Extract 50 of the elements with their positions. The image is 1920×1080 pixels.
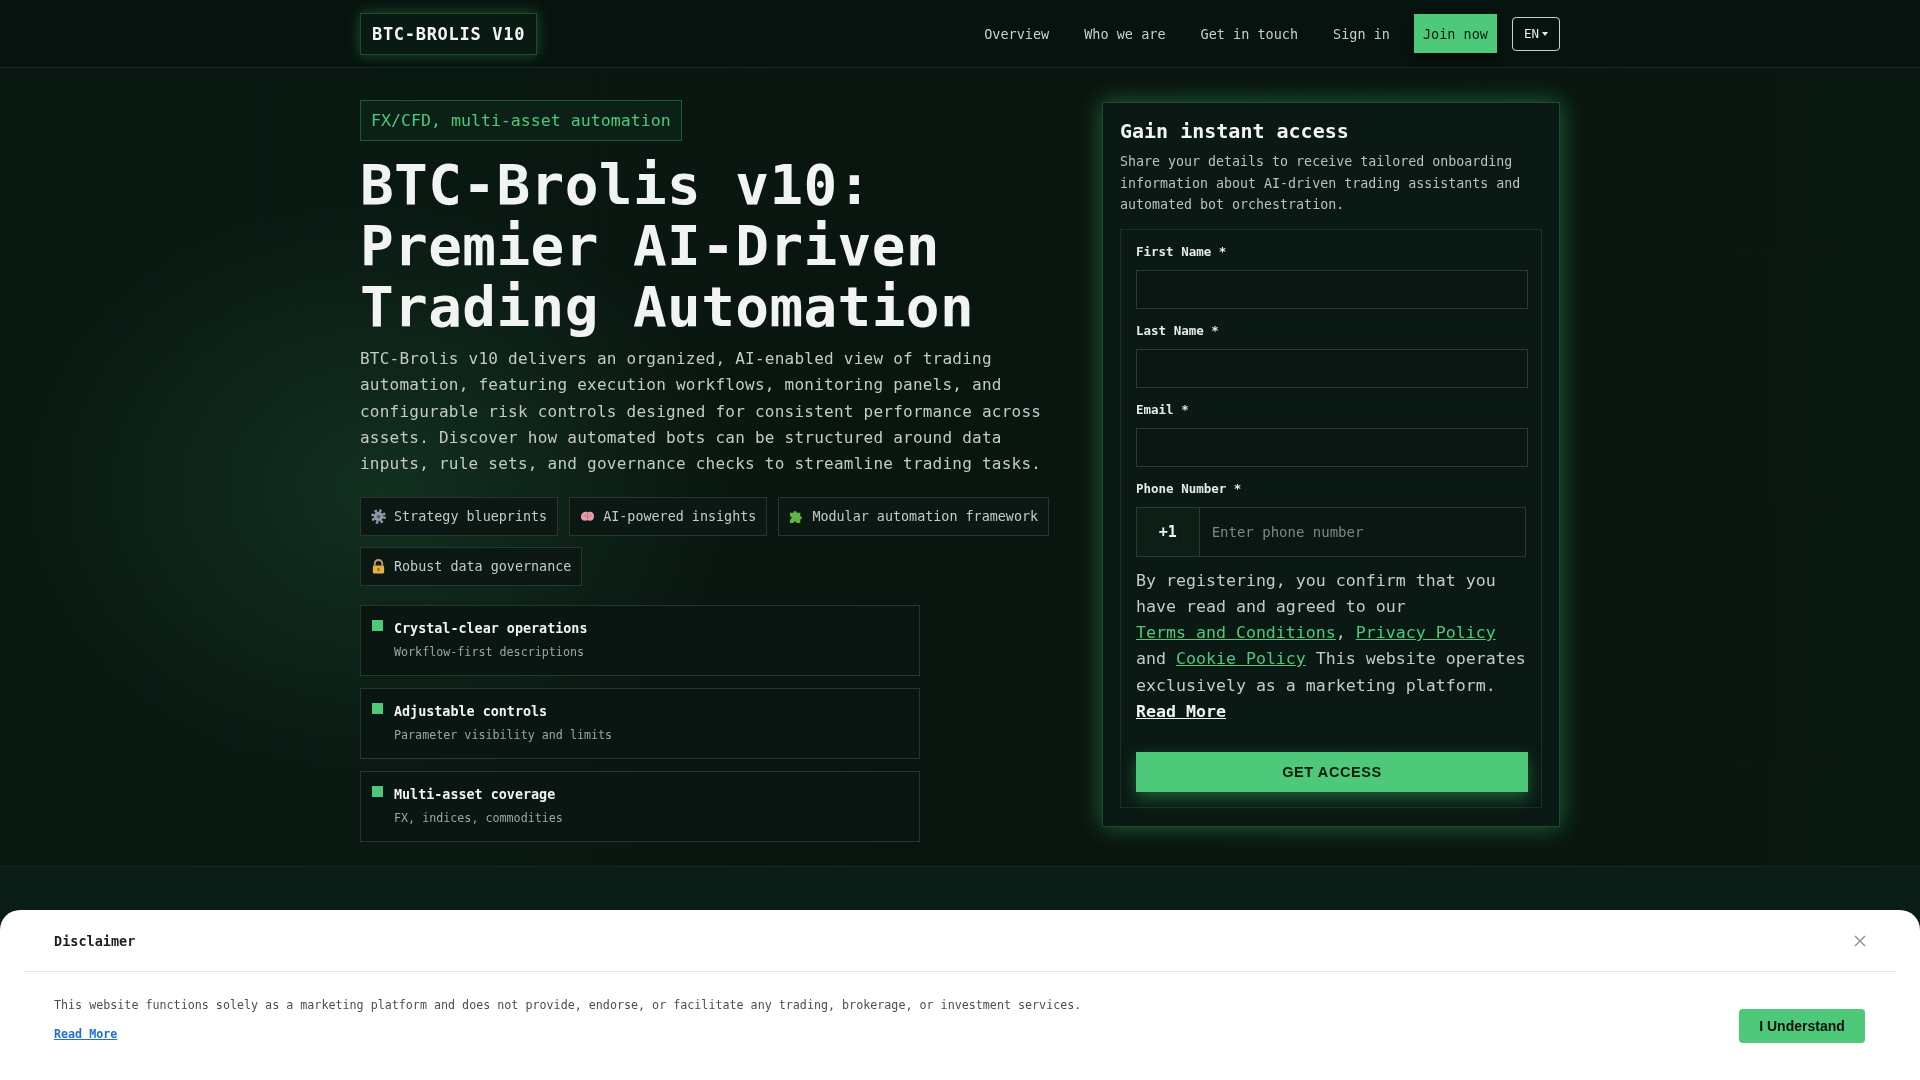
- tag-label: Modular automation framework: [812, 509, 1039, 525]
- puzzle-icon: [789, 509, 805, 525]
- phone-input[interactable]: Enter phone number: [1199, 506, 1526, 557]
- nav-link[interactable]: Who we are: [1084, 25, 1166, 42]
- nav-link[interactable]: Get in touch: [1200, 25, 1299, 42]
- country-code[interactable]: +1: [1136, 506, 1200, 557]
- signup-button[interactable]: Join now: [1413, 14, 1497, 53]
- nav-link[interactable]: Sign in: [1333, 25, 1390, 42]
- gear-icon: [371, 509, 386, 525]
- nav-link[interactable]: Overview: [984, 25, 1050, 42]
- caret-icon: [1542, 31, 1549, 36]
- logo[interactable]: BTC-BROLIS V10: [360, 12, 538, 55]
- feature-title: Crystal-clear operations: [394, 620, 589, 639]
- hero-title: BTC-Brolis v10: Premier AI-Driven Trading Automation: [360, 154, 976, 337]
- text-input[interactable]: [1136, 348, 1528, 388]
- email-input[interactable]: [1136, 427, 1528, 467]
- square-bullet-icon: [372, 620, 383, 632]
- language-button[interactable]: EN: [1512, 16, 1560, 51]
- tag-label: Robust data governance: [394, 559, 572, 575]
- field-label: Email *: [1136, 401, 1190, 418]
- read-more-link[interactable]: Read More: [54, 1025, 118, 1043]
- tag-label: AI-powered insights: [603, 509, 757, 525]
- submit-button[interactable]: GET ACCESS: [1136, 752, 1528, 793]
- lock-icon: [371, 559, 386, 575]
- feature-title: Multi-asset coverage: [394, 786, 557, 805]
- square-bullet-icon: [372, 703, 383, 715]
- form-title: Gain instant access: [1120, 118, 1350, 145]
- hero-description: BTC-Brolis v10 delivers an organized, AI-enabled view of trading automation, featuring execution workflows, monitoring panels, and configurable risk controls designed for consistent performance across assets. Discover how automated bots can be structured around data inputs, rule sets, and governance checks to streamline trading tasks.: [360, 348, 1043, 476]
- read-more-link[interactable]: Read More: [1136, 702, 1226, 721]
- field-label: Phone Number *: [1136, 480, 1243, 497]
- close-icon: [1854, 934, 1866, 947]
- form-description: Share your details to receive tailored onboarding information about AI-driven trading assistants and automated bot orchestration.: [1120, 153, 1522, 214]
- feature-title: Adjustable controls: [394, 703, 549, 722]
- field-label: First Name *: [1136, 243, 1228, 260]
- accept-button[interactable]: I Understand: [1739, 1009, 1865, 1043]
- close-button[interactable]: [1854, 934, 1866, 947]
- field-label: Last Name *: [1136, 322, 1220, 339]
- policy-link[interactable]: Terms and Conditions: [1136, 623, 1336, 643]
- policy-link[interactable]: Privacy Policy: [1355, 623, 1496, 643]
- square-bullet-icon: [372, 786, 383, 798]
- text-input[interactable]: [1136, 269, 1528, 309]
- disclaimer-text: This website functions solely as a marketing platform and does not provide, endorse, or facilitate any trading, brokerage, or investment services.: [54, 997, 1082, 1014]
- category-badge: FX/CFD, multi-asset automation: [360, 100, 682, 141]
- consent-text: By registering, you confirm that you have read and agreed to our Terms and Conditions, Privacy Policy and Cookie Policy This website operates exclusively as a marketing platform. Read More: [1136, 569, 1526, 723]
- feature-subtitle: Workflow-first descriptions: [394, 644, 585, 662]
- tag-label: Strategy blueprints: [394, 509, 548, 525]
- feature-subtitle: FX, indices, commodities: [394, 810, 564, 828]
- disclaimer-title: Disclaimer: [54, 932, 136, 949]
- feature-subtitle: Parameter visibility and limits: [394, 727, 614, 745]
- policy-link[interactable]: Cookie Policy: [1175, 649, 1306, 669]
